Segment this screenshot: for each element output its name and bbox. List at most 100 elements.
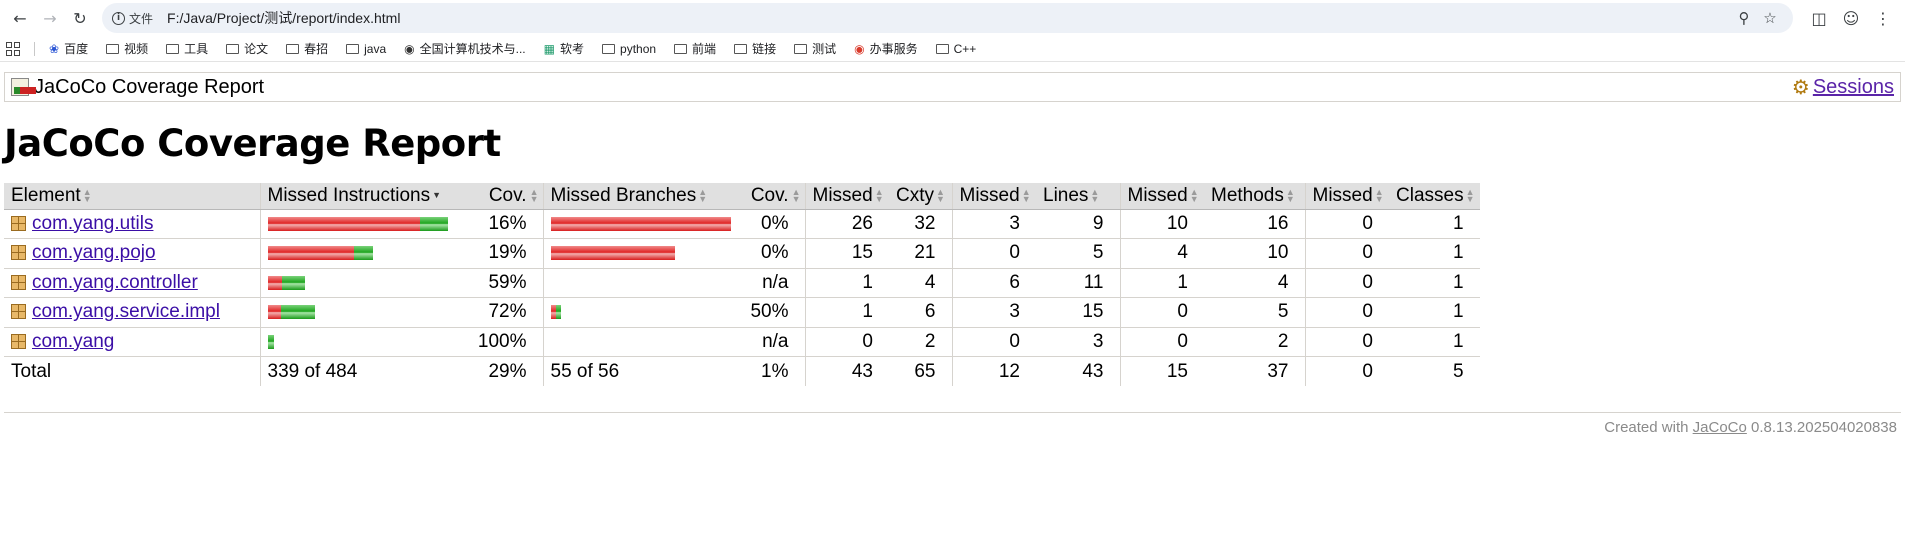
cxty-cell: 21 xyxy=(889,238,952,269)
header-branch-cov[interactable]: Cov. ▲ ▼ xyxy=(739,183,805,210)
baidu-icon: ❀ xyxy=(49,41,60,56)
missed-lines-cell: 0 xyxy=(951,238,1036,269)
header-cxty[interactable]: Cxty ▲ ▼ xyxy=(889,183,952,210)
back-arrow-icon[interactable]: ← xyxy=(6,4,34,32)
bookmark-baidu[interactable]: ❀ 百度 xyxy=(49,40,88,57)
branches-bar-cell xyxy=(542,268,739,298)
coverage-table: Element ▲ ▼ Missed Instructions ▼ Cov. ▲ ▼ Mi… xyxy=(4,183,1480,386)
classes-cell: 1 xyxy=(1389,327,1480,357)
site-info-chip[interactable]: i 文件 xyxy=(112,10,153,27)
missed-branches-bar xyxy=(550,216,731,231)
header-missed-classes[interactable]: Missed ▲ ▼ xyxy=(1304,183,1389,210)
bookmark-folder-python[interactable]: python xyxy=(602,42,656,56)
branches-bar xyxy=(551,276,736,290)
report-icon xyxy=(11,78,36,96)
sessions-link[interactable]: Sessions xyxy=(1813,76,1894,99)
missed-methods-cell: 10 xyxy=(1119,209,1204,239)
site-icon: ▦ xyxy=(543,41,555,56)
total-methods: 37 xyxy=(1267,360,1289,382)
bookmark-folder-video[interactable]: 视频 xyxy=(106,40,148,57)
sort-icon: ▲ ▼ xyxy=(1465,186,1475,204)
total-instructions: 339 of 484 xyxy=(259,356,465,386)
bookmark-folder-java[interactable]: java xyxy=(346,42,386,56)
table-row: com.yang.pojo 19% 0% 15 21 0 5 4 10 0 1 xyxy=(4,238,1480,269)
branch-cov-cell: n/a xyxy=(739,268,805,298)
methods-cell: 10 xyxy=(1204,238,1305,269)
header-missed-branches[interactable]: Missed Branches ▲ ▼ xyxy=(542,183,739,210)
total-lines: 43 xyxy=(1082,360,1104,382)
package-icon xyxy=(11,215,26,231)
total-missed-classes: 0 xyxy=(1304,356,1389,386)
header-classes[interactable]: Classes ▲ ▼ xyxy=(1389,183,1480,210)
cxty-cell: 6 xyxy=(889,297,952,328)
header-missed-instructions[interactable]: Missed Instructions ▼ xyxy=(259,183,465,210)
branches-bar-cell xyxy=(542,297,739,328)
sort-desc-icon: ▼ xyxy=(432,190,442,201)
jacoco-link[interactable]: JaCoCo xyxy=(1693,419,1747,436)
bookmark-services[interactable]: ◉ 办事服务 xyxy=(854,40,918,57)
folder-icon xyxy=(674,43,688,54)
instructions-bar xyxy=(267,275,462,290)
url-text[interactable]: F:/Java/Project/测试/report/index.html xyxy=(167,8,400,28)
header-lines[interactable]: Lines ▲ ▼ xyxy=(1036,183,1120,210)
bookmark-folder-cpp[interactable]: C++ xyxy=(935,42,976,56)
package-link[interactable]: com.yang.utils xyxy=(32,213,153,234)
bookmark-folder-test[interactable]: 测试 xyxy=(794,40,836,57)
header-missed-methods[interactable]: Missed ▲ ▼ xyxy=(1119,183,1204,210)
missed-cxty-cell: 15 xyxy=(804,238,889,269)
menu-kebab-icon[interactable]: ⋮ xyxy=(1867,9,1899,28)
package-link[interactable]: com.yang.controller xyxy=(32,272,198,293)
cxty-cell: 2 xyxy=(889,327,952,357)
bookmark-folder-tools[interactable]: 工具 xyxy=(166,40,208,57)
branches-bar xyxy=(550,216,736,231)
missed-methods-cell: 4 xyxy=(1119,238,1204,269)
branches-bar xyxy=(550,305,736,320)
package-link[interactable]: com.yang.service.impl xyxy=(32,301,220,322)
reload-icon[interactable]: ↻ xyxy=(66,4,94,32)
footer-prefix: Created with xyxy=(1604,419,1689,436)
header-missed-lines[interactable]: Missed ▲ ▼ xyxy=(951,183,1036,210)
bookmark-folder-spring[interactable]: 春招 xyxy=(286,40,328,57)
total-instr-cov: 29% xyxy=(488,360,527,382)
total-classes: 5 xyxy=(1453,360,1464,382)
covered-instructions-bar xyxy=(267,334,274,349)
missed-methods-cell: 0 xyxy=(1119,327,1204,357)
breadcrumb-label: JaCoCo Coverage Report xyxy=(34,75,265,98)
sort-icon: ▲ ▼ xyxy=(874,186,884,204)
bookmark-folder-frontend[interactable]: 前端 xyxy=(674,40,716,57)
bookmark-star-icon[interactable]: ☆ xyxy=(1757,9,1783,27)
missed-cxty-cell: 26 xyxy=(804,209,889,239)
sort-icon: ▲ ▼ xyxy=(698,186,708,204)
missed-lines-cell: 3 xyxy=(951,297,1036,328)
sort-icon: ▲ ▼ xyxy=(1285,186,1295,204)
cxty-cell: 4 xyxy=(889,268,952,298)
sort-icon: ▲ ▼ xyxy=(1189,186,1199,204)
branches-bar-cell xyxy=(542,327,739,357)
header-instr-cov[interactable]: Cov. ▲ ▼ xyxy=(465,183,543,210)
header-element[interactable]: Element ▲ ▼ xyxy=(4,183,260,210)
missed-classes-cell: 0 xyxy=(1304,238,1389,269)
bookmark-ruankao[interactable]: ▦ 软考 xyxy=(544,40,584,57)
browser-toolbar: ← → ↻ i 文件 F:/Java/Project/测试/report/ind… xyxy=(0,0,1905,36)
bookmark-ncre[interactable]: ◉ 全国计算机技术与... xyxy=(404,40,526,57)
missed-instructions-bar xyxy=(267,216,420,231)
address-bar[interactable]: i 文件 F:/Java/Project/测试/report/index.htm… xyxy=(102,3,1793,33)
sessions-link-group[interactable]: ⚙ Sessions xyxy=(1792,75,1894,100)
bookmark-folder-papers[interactable]: 论文 xyxy=(226,40,268,57)
info-icon: i xyxy=(112,11,125,25)
table-row: com.yang.utils 16% 0% 26 32 3 9 10 16 0 1 xyxy=(4,209,1480,239)
header-missed-cxty[interactable]: Missed ▲ ▼ xyxy=(804,183,889,210)
package-link[interactable]: com.yang xyxy=(32,331,114,352)
apps-grid-icon[interactable] xyxy=(6,41,20,56)
forward-arrow-icon[interactable]: → xyxy=(36,4,64,32)
zoom-icon[interactable]: ⚲ xyxy=(1731,9,1757,27)
bookmark-folder-links[interactable]: 链接 xyxy=(734,40,776,57)
extensions-icon[interactable]: ◫ xyxy=(1803,9,1835,28)
lines-cell: 11 xyxy=(1036,268,1120,298)
lines-cell: 9 xyxy=(1036,209,1120,239)
sort-icon: ▲ ▼ xyxy=(529,186,539,204)
package-link[interactable]: com.yang.pojo xyxy=(32,242,156,263)
instructions-bar-cell xyxy=(259,238,465,269)
profile-icon[interactable]: ☺ xyxy=(1835,9,1867,28)
header-methods[interactable]: Methods ▲ ▼ xyxy=(1204,183,1305,210)
